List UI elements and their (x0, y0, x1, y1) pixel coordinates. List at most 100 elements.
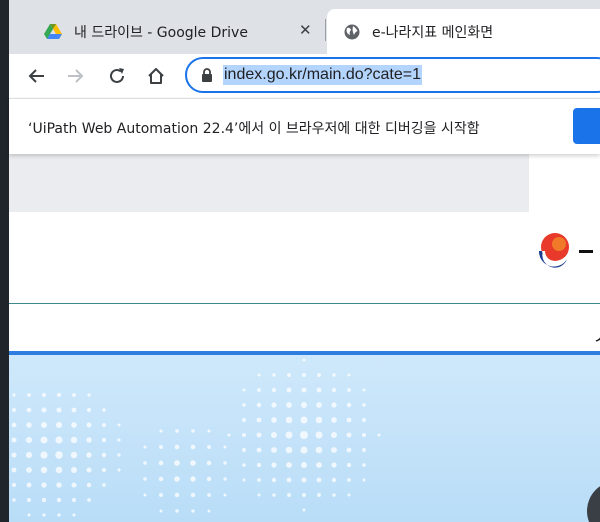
decorative-dot (57, 513, 61, 517)
decorative-dot (87, 393, 91, 397)
decorative-dot (285, 416, 293, 424)
decorative-dot (41, 392, 47, 398)
main-nav (9, 304, 600, 351)
decorative-dot (362, 478, 366, 482)
decorative-dot (207, 493, 211, 497)
decorative-dot (347, 478, 351, 482)
decorative-dot (362, 418, 366, 422)
infobar-message: ‘UiPath Web Automation 22.4’에서 이 브라우저에 대… (28, 121, 480, 137)
decorative-dot (70, 451, 78, 459)
decorative-dot (42, 513, 46, 517)
tab-strip: 내 드라이브 - Google Drive ✕ e-나라지표 메인화면 ✕ (9, 0, 600, 54)
decorative-dot (143, 445, 147, 449)
tab-title: e-나라지표 메인화면 (372, 24, 494, 41)
e-narajipyo-logo-icon[interactable] (533, 229, 573, 269)
decorative-dot (257, 373, 261, 377)
nav-menu-item[interactable]: ㅅ (593, 324, 600, 350)
decorative-dot (286, 462, 292, 468)
decorative-dot (159, 509, 163, 513)
decorative-dot (331, 417, 337, 423)
decorative-dot (256, 462, 262, 468)
decorative-dot (227, 433, 231, 437)
decorative-dot (332, 373, 336, 377)
decorative-dot (117, 438, 121, 442)
decorative-dot (26, 467, 32, 473)
decorative-dot (346, 417, 352, 423)
decorative-dot (271, 447, 277, 453)
page-content: ㅅ (9, 154, 600, 522)
decorative-dot (347, 388, 351, 392)
address-bar[interactable]: index.go.kr/main.do?cate=1 (185, 57, 600, 93)
decorative-dot (27, 513, 31, 517)
reload-button[interactable] (101, 60, 133, 92)
home-icon (148, 68, 164, 84)
decorative-dot (242, 463, 246, 467)
decorative-dot (315, 446, 323, 454)
decorative-dot (143, 477, 147, 481)
decorative-dot (302, 373, 306, 377)
close-icon[interactable]: ✕ (299, 21, 312, 39)
decorative-dot (41, 407, 47, 413)
decorative-dot (315, 431, 323, 439)
decorative-dot (206, 476, 212, 482)
decorative-dot (86, 482, 92, 488)
decorative-dot (175, 509, 179, 513)
decorative-dot (271, 402, 277, 408)
address-url[interactable]: index.go.kr/main.do?cate=1 (223, 65, 423, 85)
decorative-dot (27, 393, 31, 397)
decorative-dot (26, 422, 32, 428)
decorative-dot (55, 466, 63, 474)
hero-banner (9, 355, 600, 522)
decorative-dot (56, 392, 62, 398)
decorative-dot (25, 436, 33, 444)
decorative-dot (26, 407, 32, 413)
decorative-dot (271, 432, 277, 438)
decorative-dot (346, 462, 352, 468)
site-header (9, 212, 600, 303)
decorative-dot (190, 476, 196, 482)
decorative-dot (347, 493, 351, 497)
decorative-dot (70, 436, 78, 444)
decorative-dot (190, 492, 196, 498)
decorative-dot (206, 460, 212, 466)
decorative-dot (286, 477, 292, 483)
decorative-dot (301, 477, 307, 483)
desktop-edge (0, 0, 9, 522)
google-drive-icon (44, 23, 62, 39)
decorative-dot (11, 452, 17, 458)
decorative-dot (41, 482, 47, 488)
globe-icon (344, 24, 360, 39)
decorative-dot (102, 483, 106, 487)
decorative-dot (331, 402, 337, 408)
decorative-dot (347, 373, 351, 377)
back-button[interactable] (20, 60, 52, 92)
decorative-dot (257, 478, 261, 482)
decorative-dot (86, 422, 92, 428)
decorative-dot (86, 407, 92, 413)
home-button[interactable] (140, 60, 172, 92)
decorative-dot (316, 477, 322, 483)
decorative-dot (72, 513, 76, 517)
decorative-dot (300, 431, 308, 439)
decorative-dot (207, 509, 211, 513)
decorative-dot (242, 388, 246, 392)
decorative-dot (11, 482, 17, 488)
decorative-dot (174, 444, 180, 450)
decorative-dot (331, 432, 337, 438)
tab-e-narajipyo[interactable]: e-나라지표 메인화면 ✕ (327, 9, 600, 54)
decorative-dot (55, 451, 63, 459)
decorative-dot (362, 448, 366, 452)
tab-google-drive[interactable]: 내 드라이브 - Google Drive ✕ (18, 9, 336, 54)
decorative-dot (300, 446, 308, 454)
infobar-cancel-button[interactable] (573, 108, 600, 144)
decorative-dot (117, 423, 121, 427)
decorative-dot (40, 451, 48, 459)
decorative-dot (55, 436, 63, 444)
decorative-dot (12, 408, 16, 412)
decorative-dot (362, 403, 366, 407)
decorative-dot (242, 418, 246, 422)
decorative-dot (331, 387, 337, 393)
forward-button[interactable] (60, 60, 92, 92)
decorative-dot (285, 431, 293, 439)
decorative-dot (316, 387, 322, 393)
